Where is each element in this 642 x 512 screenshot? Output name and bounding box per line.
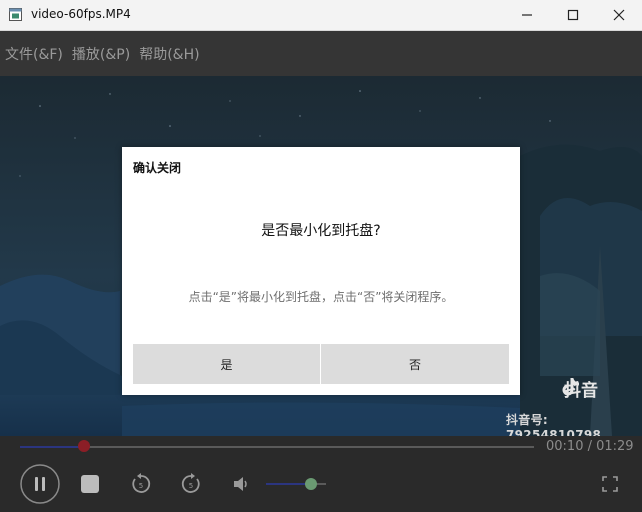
- progress-fill: [20, 446, 85, 448]
- svg-text:5: 5: [139, 482, 143, 490]
- dialog-question: 是否最小化到托盘?: [261, 223, 381, 239]
- pause-button[interactable]: [20, 464, 60, 504]
- title-bar: video-60fps.MP4: [0, 0, 642, 31]
- watermark-account: 抖音号: 79254810798: [506, 413, 602, 436]
- stop-icon: [81, 475, 99, 493]
- player-controls: 00:10 / 01:29 5 5: [0, 436, 642, 512]
- maximize-icon: [567, 9, 579, 21]
- minimize-icon: [522, 14, 532, 16]
- pause-icon: [20, 464, 60, 504]
- progress-bar[interactable]: [20, 446, 534, 448]
- menu-file[interactable]: 文件(&F): [0, 44, 67, 64]
- fullscreen-icon: [602, 476, 618, 492]
- volume-icon: [234, 477, 247, 491]
- volume-handle[interactable]: [305, 478, 317, 490]
- menu-bar: 文件(&F) 播放(&P) 帮助(&H): [0, 31, 642, 76]
- maximize-button[interactable]: [550, 0, 596, 30]
- svg-text:5: 5: [189, 482, 193, 490]
- volume-slider[interactable]: [266, 483, 326, 485]
- dialog-detail: 点击“是”将最小化到托盘，点击“否”将关闭程序。: [188, 290, 454, 304]
- time-readout: 00:10 / 01:29: [546, 439, 634, 454]
- menu-help[interactable]: 帮助(&H): [134, 44, 203, 64]
- no-button[interactable]: 否: [321, 344, 509, 384]
- forward-5-icon: 5: [181, 473, 200, 493]
- douyin-watermark: 抖音: [560, 376, 598, 401]
- app-window-icon: [9, 8, 22, 21]
- menu-play[interactable]: 播放(&P): [67, 44, 134, 64]
- progress-handle[interactable]: [78, 440, 91, 452]
- close-button[interactable]: [596, 0, 642, 30]
- fullscreen-button[interactable]: [601, 475, 619, 493]
- rewind-5-icon: 5: [132, 473, 151, 493]
- stop-button[interactable]: [80, 474, 100, 494]
- forward-button[interactable]: 5: [180, 473, 202, 495]
- volume-button[interactable]: [231, 474, 251, 494]
- window-title: video-60fps.MP4: [31, 7, 131, 21]
- confirm-close-dialog: 确认关闭 是否最小化到托盘? 点击“是”将最小化到托盘，点击“否”将关闭程序。 …: [122, 147, 520, 395]
- douyin-logo-icon: [562, 378, 580, 396]
- minimize-button[interactable]: [504, 0, 550, 30]
- yes-button[interactable]: 是: [133, 344, 320, 384]
- close-icon: [613, 9, 625, 21]
- rewind-button[interactable]: 5: [130, 473, 152, 495]
- dialog-title: 确认关闭: [133, 161, 182, 175]
